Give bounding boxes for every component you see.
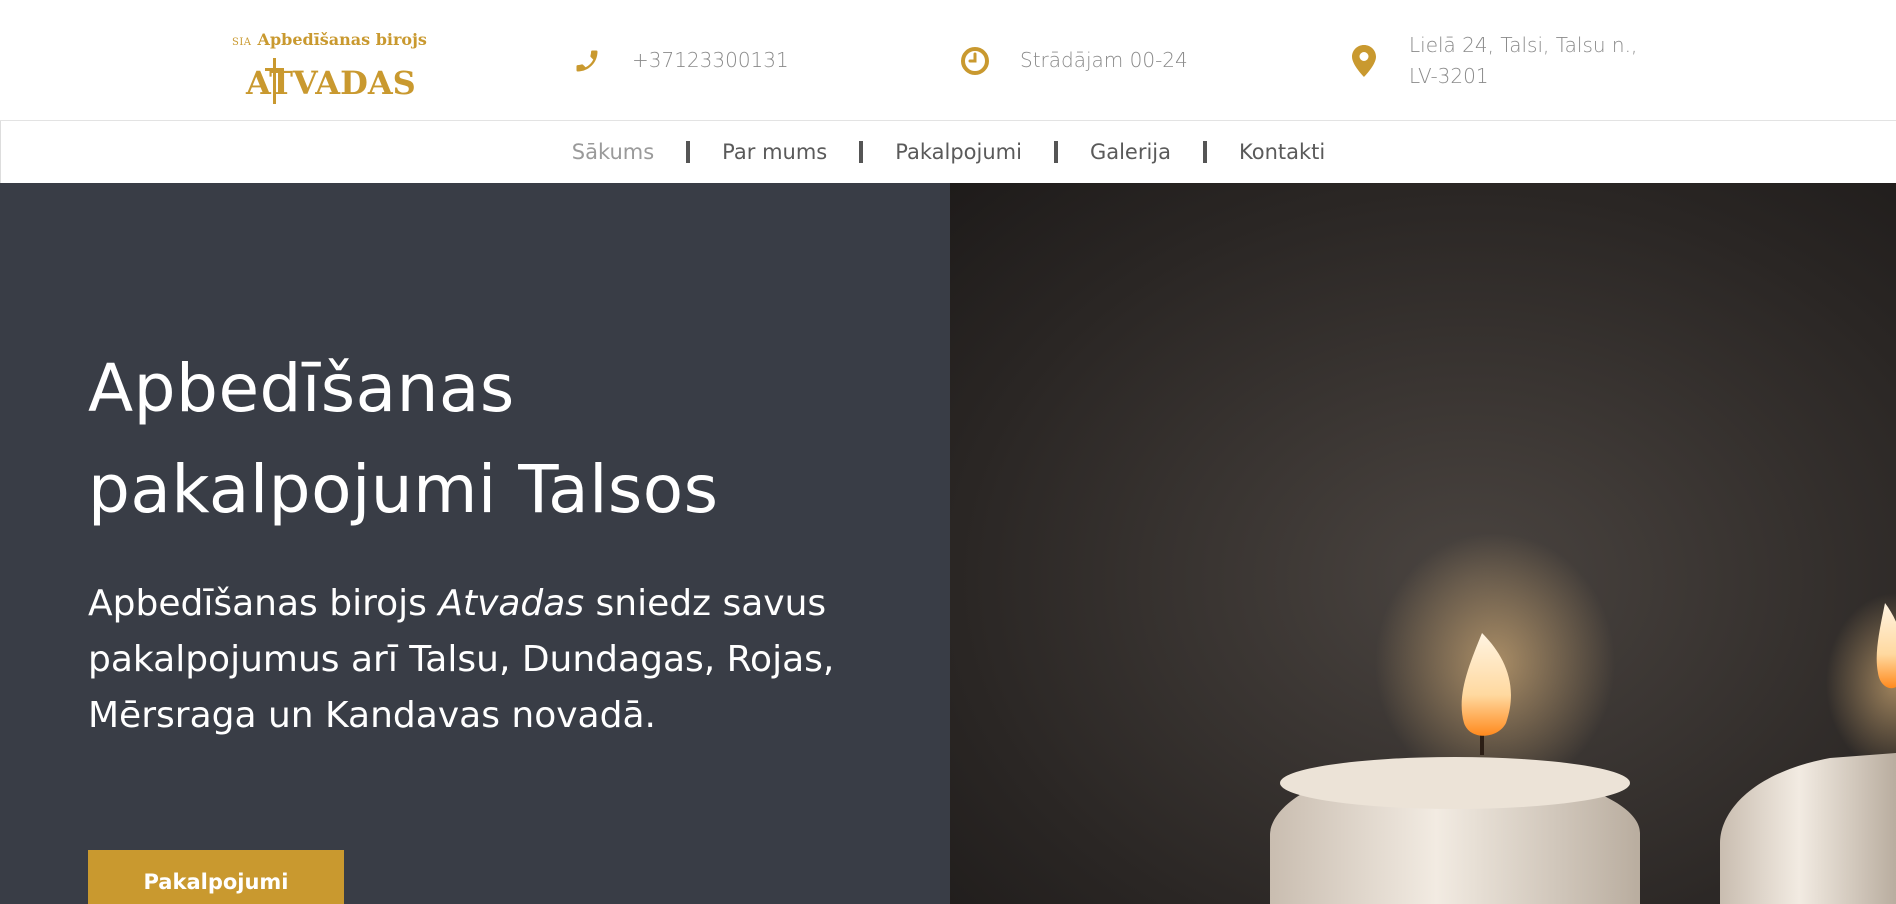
top-header: SIA Apbedīšanas birojs ATVADAS +371233001… bbox=[0, 0, 1896, 121]
contact-hours: Strādājam 00-24 bbox=[960, 0, 1188, 121]
logo-sia: SIA bbox=[232, 37, 252, 48]
address-line-2: LV-3201 bbox=[1409, 63, 1489, 88]
logo-office: Apbedīšanas birojs bbox=[257, 30, 427, 49]
working-hours: Strādājam 00-24 bbox=[1020, 48, 1188, 72]
contact-address: Lielā 24, Talsi, Talsu n., LV-3201 bbox=[1349, 0, 1669, 121]
nav-item-kontakti[interactable]: Kontakti bbox=[1207, 140, 1357, 164]
address-line-1: Lielā 24, Talsi, Talsu n., bbox=[1409, 32, 1638, 57]
map-pin-icon bbox=[1349, 44, 1379, 77]
hero-title: Apbedīšanas pakalpojumi Talsos bbox=[88, 338, 908, 540]
hero-title-line-2: pakalpojumi Talsos bbox=[88, 451, 719, 528]
phone-icon bbox=[572, 46, 602, 76]
nav-item-par-mums[interactable]: Par mums bbox=[690, 140, 859, 164]
logo-subtitle: SIA Apbedīšanas birojs bbox=[232, 30, 427, 49]
main-navigation: Sākums Par mums Pakalpojumi Galerija Kon… bbox=[0, 121, 1896, 183]
nav-item-sakums[interactable]: Sākums bbox=[540, 140, 686, 164]
logo[interactable]: SIA Apbedīšanas birojs ATVADAS bbox=[226, 28, 427, 108]
hero-lead-brand: Atvadas bbox=[438, 583, 585, 624]
services-button[interactable]: Pakalpojumi bbox=[88, 850, 344, 904]
hero-title-line-1: Apbedīšanas bbox=[88, 350, 515, 427]
nav-item-pakalpojumi[interactable]: Pakalpojumi bbox=[863, 140, 1054, 164]
clock-icon bbox=[960, 46, 990, 76]
logo-name: ATVADAS bbox=[246, 64, 416, 102]
candles-photo bbox=[950, 183, 1896, 904]
hero-lead-before: Apbedīšanas birojs bbox=[88, 583, 439, 624]
phone-number[interactable]: +37123300131 bbox=[632, 45, 789, 76]
nav-item-galerija[interactable]: Galerija bbox=[1058, 140, 1203, 164]
address-text: Lielā 24, Talsi, Talsu n., LV-3201 bbox=[1409, 30, 1669, 92]
hero-text-panel: Apbedīšanas pakalpojumi Talsos Apbedīšan… bbox=[0, 183, 950, 904]
hero-lead: Apbedīšanas birojs Atvadas sniedz savus … bbox=[88, 576, 908, 744]
candles-illustration bbox=[1270, 533, 1896, 904]
contact-phone[interactable]: +37123300131 bbox=[572, 0, 789, 121]
